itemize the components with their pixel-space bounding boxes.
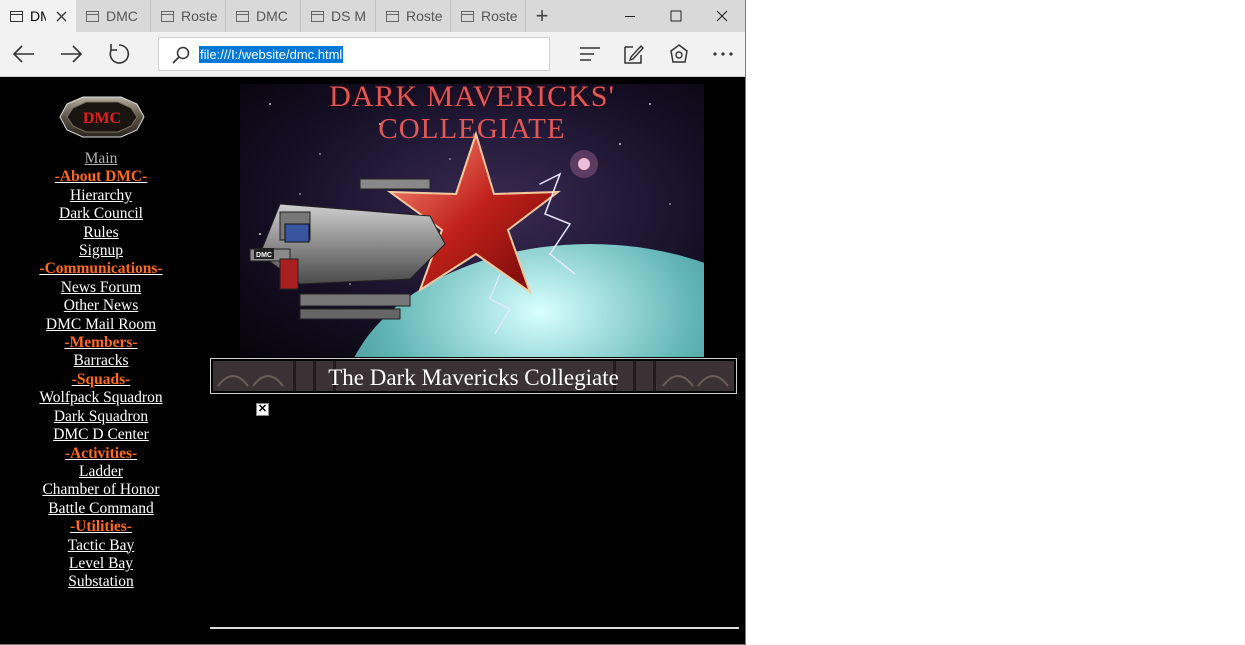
- nav-news-forum[interactable]: News Forum: [1, 279, 201, 297]
- tab-title: DMC: [30, 8, 46, 24]
- section-header-communications: -Communications-: [39, 260, 163, 278]
- dmc-logo[interactable]: DMC: [59, 96, 145, 143]
- nav-other-news[interactable]: Other News: [1, 297, 201, 315]
- forward-icon[interactable]: [53, 36, 89, 72]
- browser-window: DMC DMC Wolfpack Roster DMC D DS Members…: [0, 0, 746, 645]
- nav-dark-squadron[interactable]: Dark Squadron: [1, 408, 201, 426]
- banner-image: DMC DARK MAVERICKS' COLLEGIATE: [240, 84, 704, 357]
- tab-roster[interactable]: Roster: [151, 0, 226, 32]
- nav-signup[interactable]: Signup: [1, 242, 201, 260]
- section-header-members: -Members-: [64, 334, 138, 352]
- tab-title: DS Members: [331, 8, 366, 24]
- nav-mail-room[interactable]: DMC Mail Room: [1, 316, 201, 334]
- logo-text: DMC: [83, 110, 121, 127]
- page-icon: [461, 10, 474, 22]
- nav-main[interactable]: Main: [1, 150, 201, 168]
- tab-roster-2[interactable]: Roster: [376, 0, 451, 32]
- address-text[interactable]: file:///I:/website/dmc.html: [199, 46, 344, 63]
- nav-rules[interactable]: Rules: [1, 224, 201, 242]
- ship-badge-text: DMC: [256, 252, 272, 259]
- nav-barracks[interactable]: Barracks: [1, 352, 201, 370]
- section-header-activities: -Activities-: [64, 444, 138, 462]
- page-icon: [236, 10, 249, 22]
- page-icon: [86, 10, 99, 22]
- tab-title: Roster: [181, 8, 217, 24]
- banner-title-line1: DARK MAVERICKS': [329, 84, 615, 113]
- nav-wolfpack-squadron[interactable]: Wolfpack Squadron: [1, 389, 201, 407]
- tab-dmc[interactable]: DMC: [0, 0, 76, 32]
- address-bar[interactable]: file:///I:/website/dmc.html: [158, 37, 550, 71]
- back-icon[interactable]: [6, 36, 42, 72]
- tab-ds-members[interactable]: DS Members: [301, 0, 376, 32]
- nav-tactic-bay[interactable]: Tactic Bay: [1, 537, 201, 555]
- more-icon[interactable]: [705, 36, 741, 72]
- section-header-about: -About DMC-: [54, 168, 148, 186]
- page-icon: [386, 10, 399, 22]
- hub-icon[interactable]: [572, 36, 608, 72]
- nav-dark-council[interactable]: Dark Council: [1, 205, 201, 223]
- nav-ladder[interactable]: Ladder: [1, 463, 201, 481]
- page-icon: [311, 10, 324, 22]
- minimize-icon[interactable]: [607, 0, 653, 32]
- section-header-squads: -Squads-: [71, 370, 131, 388]
- tab-roster-3[interactable]: Roster: [451, 0, 526, 32]
- refresh-icon[interactable]: [101, 36, 137, 72]
- nav-battle-command[interactable]: Battle Command: [1, 500, 201, 518]
- site-navigation: Main -About DMC- Hierarchy Dark Council …: [1, 150, 201, 592]
- tab-title: DMC D: [256, 8, 290, 24]
- section-header-utilities: -Utilities-: [70, 518, 132, 536]
- web-note-icon[interactable]: [616, 36, 652, 72]
- tab-title: Roster: [406, 8, 442, 24]
- new-tab-button[interactable]: +: [530, 0, 554, 32]
- maximize-icon[interactable]: [653, 0, 699, 32]
- tab-title: DMC Wolfpack: [106, 8, 142, 24]
- tab-close-icon[interactable]: [50, 5, 72, 27]
- tab-dmc-wolfpack[interactable]: DMC Wolfpack: [76, 0, 151, 32]
- nav-hierarchy[interactable]: Hierarchy: [1, 187, 201, 205]
- banner-title-line2: COLLEGIATE: [378, 113, 565, 145]
- broken-image-icon: ✕: [256, 403, 269, 416]
- nav-chamber-of-honor[interactable]: Chamber of Honor: [1, 481, 201, 499]
- page-icon: [10, 10, 23, 22]
- share-icon[interactable]: [661, 36, 697, 72]
- close-icon[interactable]: [699, 0, 745, 32]
- page-title: The Dark Mavericks Collegiate: [328, 365, 619, 390]
- page-icon: [161, 10, 174, 22]
- navigation-bar: file:///I:/website/dmc.html: [0, 32, 745, 77]
- tab-strip: DMC DMC Wolfpack Roster DMC D DS Members…: [0, 0, 745, 32]
- page-title-banner: The Dark Mavericks Collegiate: [210, 358, 737, 394]
- tab-title: Roster: [481, 8, 517, 24]
- horizontal-divider: [210, 627, 739, 629]
- nav-d-center[interactable]: DMC D Center: [1, 426, 201, 444]
- nav-level-bay[interactable]: Level Bay: [1, 555, 201, 573]
- search-icon: [172, 46, 190, 69]
- web-page: DMC Main -About DMC- Hierarchy Dark Coun…: [1, 77, 745, 644]
- nav-substation[interactable]: Substation: [1, 573, 201, 591]
- tab-dmc-d[interactable]: DMC D: [226, 0, 301, 32]
